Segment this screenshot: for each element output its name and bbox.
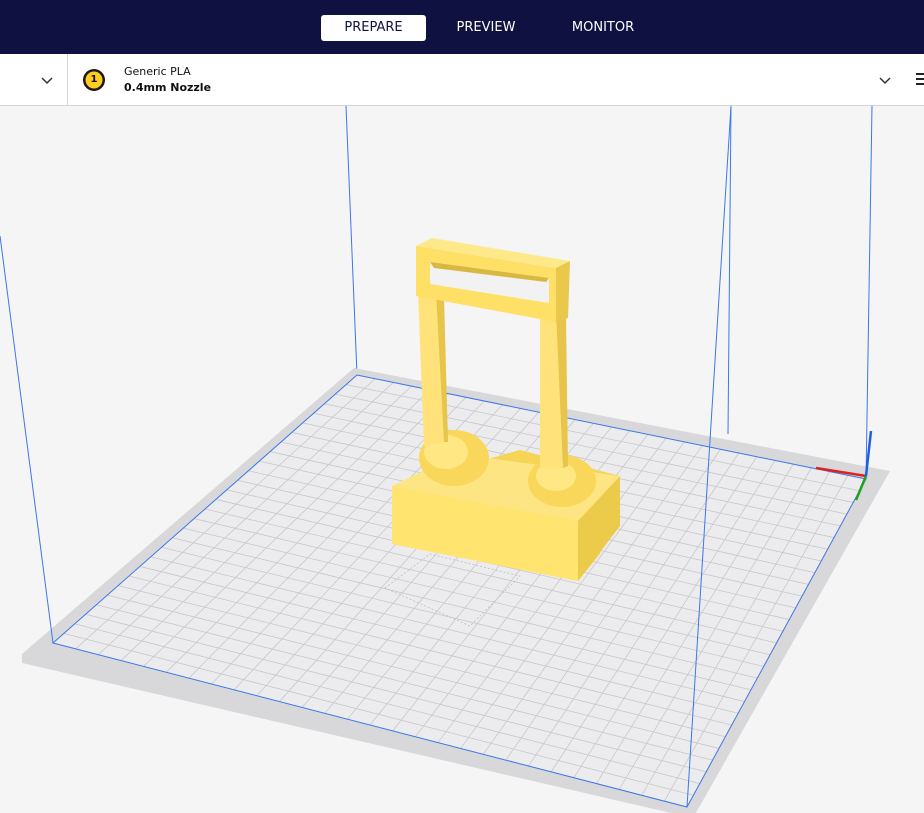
chevron-down-icon: [41, 77, 53, 85]
3d-viewport[interactable]: [0, 106, 924, 813]
material-name[interactable]: Generic PLA: [124, 65, 191, 78]
menu-icon[interactable]: [916, 72, 924, 86]
stage-menu-bar: PREPARE PREVIEW MONITOR: [0, 0, 924, 54]
chevron-down-icon: [879, 77, 891, 85]
toolbar-divider: [67, 54, 68, 105]
material-selector[interactable]: [878, 72, 892, 86]
tab-preview[interactable]: PREVIEW: [440, 15, 532, 41]
tab-monitor[interactable]: MONITOR: [557, 15, 649, 41]
tab-prepare[interactable]: PREPARE: [321, 15, 426, 41]
nozzle-size[interactable]: 0.4mm Nozzle: [124, 81, 211, 94]
extruder-number: 1: [90, 74, 98, 85]
printer-selector[interactable]: [40, 72, 54, 86]
printer-toolbar: 1 Generic PLA 0.4mm Nozzle: [0, 54, 924, 106]
